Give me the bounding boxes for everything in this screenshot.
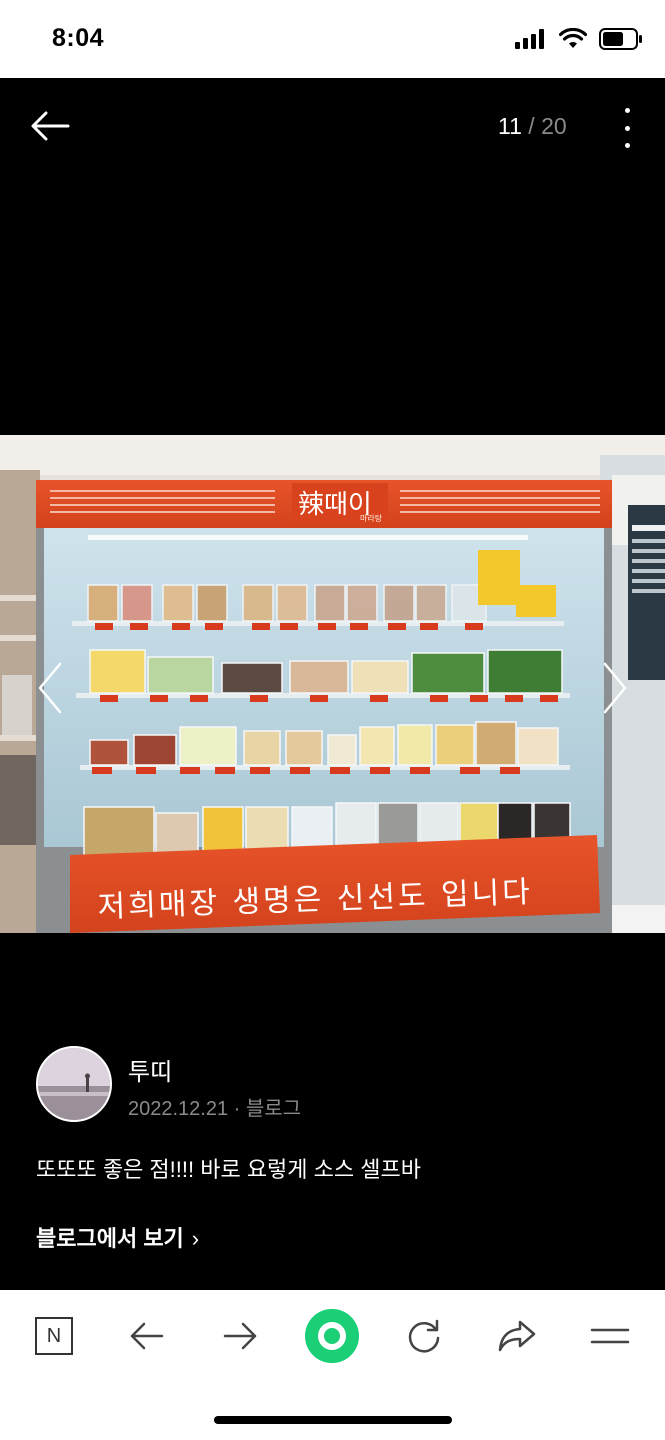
green-dot-icon	[305, 1309, 359, 1363]
counter-separator: /	[528, 113, 535, 139]
sauce-bar-photo: 辣때이 마라탕 저희매장 생명은 신선도 입니다	[0, 435, 665, 933]
view-on-blog-link[interactable]: 블로그에서 보기 ›	[36, 1221, 199, 1253]
counter-current: 11	[498, 113, 522, 139]
post-meta: 2022.12.21 · 블로그	[128, 1092, 301, 1121]
avatar-image	[38, 1048, 110, 1120]
previous-image-button[interactable]	[30, 658, 70, 718]
view-on-blog-label: 블로그에서 보기	[36, 1226, 184, 1251]
arrow-left-icon	[31, 111, 70, 141]
naver-home-button[interactable]: N	[24, 1306, 84, 1366]
more-dot	[624, 143, 630, 148]
post-caption: 또또또 좋은 점!!!! 바로 요렇게 소스 셀프바	[36, 1157, 421, 1182]
more-options-button[interactable]	[612, 108, 642, 148]
chevron-right-icon: ›	[191, 1226, 200, 1251]
meta-separator: ·	[233, 1098, 241, 1120]
counter-total: 20	[541, 113, 567, 139]
chevron-right-icon	[603, 662, 627, 714]
status-time: 8:04	[52, 24, 105, 52]
green-dot-button[interactable]	[302, 1306, 362, 1366]
forward-icon	[223, 1322, 257, 1350]
post-photo[interactable]: 辣때이 마라탕 저희매장 생명은 신선도 입니다	[0, 435, 665, 933]
chevron-left-icon	[38, 662, 62, 714]
author-name[interactable]: 투띠	[128, 1052, 172, 1087]
more-dot	[624, 108, 630, 113]
post-source: 블로그	[245, 1098, 302, 1120]
menu-button[interactable]	[580, 1306, 640, 1366]
share-button[interactable]	[487, 1306, 547, 1366]
more-dot	[624, 125, 630, 131]
battery-icon	[599, 28, 642, 50]
image-counter: 11 / 20	[498, 113, 567, 140]
refresh-icon	[408, 1319, 440, 1353]
back-icon	[130, 1322, 164, 1350]
image-viewer: 11 / 20 辣때이 마라탕 저희매장 생명은 신선도 입니다 투띠 2022…	[0, 78, 665, 1290]
menu-icon	[590, 1328, 630, 1344]
wifi-icon	[559, 28, 587, 48]
next-image-button[interactable]	[595, 658, 635, 718]
status-icons	[515, 28, 643, 50]
photo-logo-sub: 마라탕	[360, 513, 383, 523]
cellular-signal-icon	[515, 29, 544, 49]
naver-home-label: N	[46, 1325, 62, 1347]
browser-back-button[interactable]	[117, 1306, 177, 1366]
browser-forward-button[interactable]	[210, 1306, 270, 1366]
status-bar: 8:04	[0, 0, 665, 78]
refresh-button[interactable]	[394, 1306, 454, 1366]
share-icon	[498, 1320, 536, 1352]
avatar[interactable]	[36, 1046, 112, 1122]
home-indicator[interactable]	[214, 1416, 452, 1424]
post-date: 2022.12.21	[128, 1098, 229, 1120]
back-button[interactable]	[28, 108, 72, 144]
